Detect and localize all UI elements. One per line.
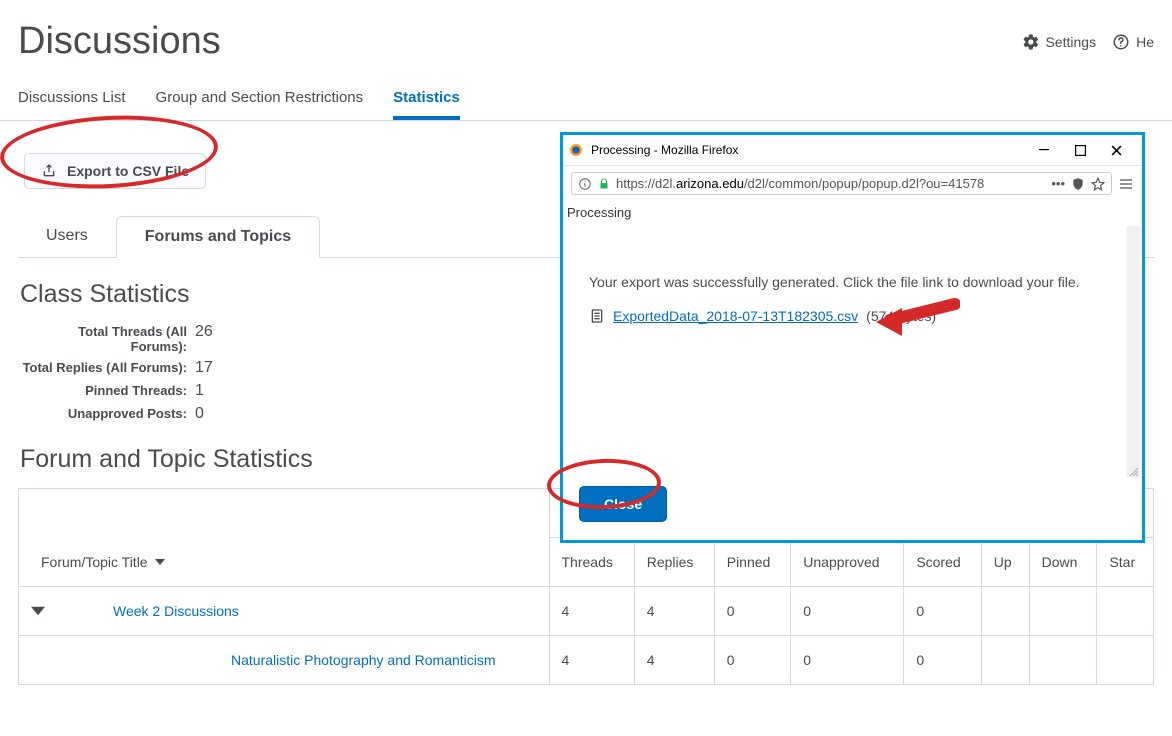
export-label: Export to CSV File	[67, 163, 189, 179]
help-link[interactable]: He	[1112, 33, 1154, 51]
url-prefix: https://d2l.	[616, 176, 676, 191]
cell-down	[1029, 587, 1097, 636]
collapse-icon[interactable]	[31, 604, 45, 618]
col-title-label: Forum/Topic Title	[41, 554, 148, 570]
stat-value: 0	[195, 405, 204, 423]
popup-title: Processing - Mozilla Firefox	[591, 143, 738, 157]
cell-threads: 4	[549, 636, 634, 685]
export-csv-button[interactable]: Export to CSV File	[24, 153, 206, 189]
col-unapproved[interactable]: Unapproved	[791, 538, 904, 587]
col-down[interactable]: Down	[1029, 538, 1097, 587]
shield-icon[interactable]	[1071, 177, 1085, 191]
cell-unapproved: 0	[791, 636, 904, 685]
file-size: (574 bytes)	[866, 308, 936, 324]
help-icon	[1112, 33, 1130, 51]
star-icon[interactable]	[1091, 177, 1105, 191]
firefox-icon	[569, 143, 583, 157]
stat-label: Unapproved Posts:	[22, 406, 187, 421]
stat-label: Total Threads (All Forums):	[22, 324, 187, 354]
cell-scored: 0	[904, 636, 981, 685]
cell-threads: 4	[549, 587, 634, 636]
cell-pinned: 0	[714, 587, 791, 636]
tab-statistics[interactable]: Statistics	[393, 81, 460, 120]
cell-down	[1029, 636, 1097, 685]
cell-star	[1097, 587, 1153, 636]
cell-up	[981, 587, 1029, 636]
url-rest: /d2l/common/popup/popup.d2l?ou=41578	[744, 176, 984, 191]
tab-discussions-list[interactable]: Discussions List	[18, 81, 126, 120]
sort-desc-icon	[155, 557, 165, 567]
table-row: Week 2 Discussions 4 4 0 0 0	[19, 587, 1153, 636]
cell-replies: 4	[634, 636, 714, 685]
col-replies[interactable]: Replies	[634, 538, 714, 587]
table-row: Naturalistic Photography and Romanticism…	[19, 636, 1153, 685]
inner-tab-users[interactable]: Users	[18, 216, 116, 258]
col-scored[interactable]: Scored	[904, 538, 981, 587]
cell-pinned: 0	[714, 636, 791, 685]
popup-close-button[interactable]: Close	[579, 486, 667, 522]
stat-label: Pinned Threads:	[22, 383, 187, 398]
url-bar[interactable]: https://d2l.arizona.edu/d2l/common/popup…	[571, 172, 1112, 195]
url-host: arizona.edu	[676, 176, 744, 191]
stat-value: 17	[195, 359, 213, 377]
page-title: Discussions	[18, 20, 221, 63]
processing-label: Processing	[565, 203, 1140, 226]
window-maximize-button[interactable]	[1062, 139, 1098, 161]
cell-scored: 0	[904, 587, 981, 636]
popup-window: Processing - Mozilla Firefox https://d2l…	[560, 132, 1145, 543]
export-icon	[41, 163, 57, 179]
stat-value: 26	[195, 323, 213, 341]
window-close-button[interactable]	[1098, 139, 1134, 161]
cell-unapproved: 0	[791, 587, 904, 636]
export-file-link[interactable]: ExportedData_2018-07-13T182305.csv	[613, 308, 858, 324]
col-title-header[interactable]: Forum/Topic Title	[41, 554, 165, 570]
settings-link[interactable]: Settings	[1022, 33, 1097, 51]
col-pinned[interactable]: Pinned	[714, 538, 791, 587]
info-icon	[578, 177, 592, 191]
forum-link[interactable]: Week 2 Discussions	[113, 603, 239, 619]
popup-message: Your export was successfully generated. …	[565, 226, 1126, 308]
settings-label: Settings	[1046, 34, 1097, 50]
url-more-icon[interactable]: •••	[1051, 176, 1065, 191]
window-minimize-button[interactable]	[1026, 139, 1062, 161]
main-tabs: Discussions List Group and Section Restr…	[0, 71, 1172, 121]
cell-replies: 4	[634, 587, 714, 636]
stat-label: Total Replies (All Forums):	[22, 360, 187, 375]
col-threads[interactable]: Threads	[549, 538, 634, 587]
topic-link[interactable]: Naturalistic Photography and Romanticism	[31, 652, 496, 668]
cell-star	[1097, 636, 1153, 685]
col-star[interactable]: Star	[1097, 538, 1153, 587]
hamburger-icon[interactable]	[1118, 176, 1134, 192]
resize-grip-icon[interactable]	[1128, 466, 1138, 476]
help-label: He	[1136, 34, 1154, 50]
lock-icon	[598, 178, 610, 190]
col-up[interactable]: Up	[981, 538, 1029, 587]
tab-restrictions[interactable]: Group and Section Restrictions	[156, 81, 364, 120]
file-icon	[589, 308, 605, 324]
gear-icon	[1022, 33, 1040, 51]
inner-tab-forums[interactable]: Forums and Topics	[116, 216, 320, 258]
stat-value: 1	[195, 382, 204, 400]
cell-up	[981, 636, 1029, 685]
